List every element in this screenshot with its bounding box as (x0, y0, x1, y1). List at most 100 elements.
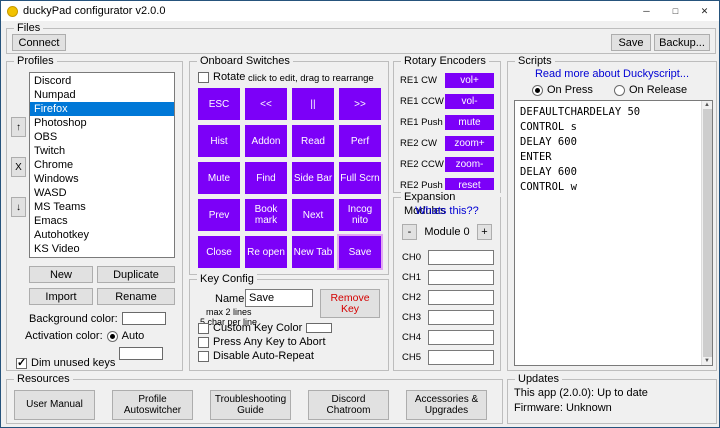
save-button[interactable]: Save (611, 34, 651, 51)
scrollbar-thumb[interactable] (702, 109, 712, 357)
rotary-action-button[interactable]: zoom- (445, 156, 494, 172)
remove-key-button[interactable]: Remove Key (320, 289, 380, 318)
on-release-row: On Release (614, 84, 687, 96)
profile-list-item[interactable]: Emacs (30, 214, 174, 228)
module-plus-button[interactable]: + (477, 223, 492, 240)
custom-key-color-checkbox[interactable] (198, 322, 209, 334)
expansion-modules-group: Expansion Modules Whats this?? - Module … (393, 190, 501, 371)
keypad-key[interactable]: Addon (245, 125, 287, 157)
switches-hint: click to edit, drag to rearrange (248, 73, 374, 84)
script-scrollbar[interactable]: ▲ ▼ (701, 101, 712, 365)
backup-button[interactable]: Backup... (654, 34, 710, 51)
updates-group: Updates This app (2.0.0): Up to date Fir… (507, 372, 717, 424)
background-color-swatch[interactable] (121, 312, 166, 325)
module-minus-button[interactable]: - (402, 223, 417, 240)
profile-rename-button[interactable]: Rename (97, 288, 175, 305)
keypad-key[interactable]: Find (245, 162, 287, 194)
rotary-action-button[interactable]: vol- (445, 93, 494, 109)
keypad-key[interactable]: Perf (339, 125, 381, 157)
profile-duplicate-button[interactable]: Duplicate (97, 266, 175, 283)
profile-list-item-selected[interactable]: Firefox (30, 102, 174, 116)
profile-list-item[interactable]: OBS (30, 130, 174, 144)
rotary-action-button[interactable]: zoom+ (445, 135, 494, 151)
keypad-key[interactable]: >> (339, 88, 381, 120)
profile-list-item[interactable]: Chrome (30, 158, 174, 172)
activation-auto-radio[interactable] (106, 330, 118, 342)
rotary-action-button[interactable]: mute (445, 114, 494, 130)
keypad-key[interactable]: Mute (198, 162, 240, 194)
profile-list-item[interactable]: WASD (30, 186, 174, 200)
channel-input[interactable] (428, 309, 494, 325)
accessories-upgrades-button[interactable]: Accessories & Upgrades (406, 389, 487, 420)
activation-color-swatch[interactable] (119, 347, 163, 360)
keypad-key[interactable]: Re open (245, 236, 287, 268)
profiles-listbox[interactable]: Discord Numpad Firefox Photoshop OBS Twi… (29, 72, 175, 258)
window-controls: ─ □ ✕ (632, 1, 719, 21)
activation-color-row: Activation color: Auto (25, 330, 144, 342)
profile-list-item[interactable]: MS Teams (30, 200, 174, 214)
keypad-key[interactable]: Read (292, 125, 334, 157)
keypad-key[interactable]: Side Bar (292, 162, 334, 194)
keypad-key[interactable]: Incog nito (339, 199, 381, 231)
troubleshooting-guide-button[interactable]: Troubleshooting Guide (210, 389, 291, 420)
keypad-key[interactable]: Book mark (245, 199, 287, 231)
custom-key-color-label: Custom Key Color (213, 322, 303, 334)
channel-input[interactable] (428, 269, 494, 285)
profile-new-button[interactable]: New (29, 266, 93, 283)
duckyscript-docs-link[interactable]: Read more about Duckyscript... (508, 68, 716, 80)
channel-input[interactable] (428, 329, 494, 345)
rotary-label: RE2 Push (400, 179, 443, 191)
files-group-label: Files (14, 21, 44, 35)
channel-input[interactable] (428, 289, 494, 305)
scroll-up-icon[interactable]: ▲ (704, 102, 710, 108)
profile-move-up-button[interactable]: ↑ (11, 117, 26, 137)
user-manual-button[interactable]: User Manual (14, 389, 95, 420)
press-any-key-abort-checkbox[interactable] (198, 336, 209, 348)
key-name-input[interactable] (245, 289, 313, 307)
profile-delete-button[interactable]: X (11, 157, 26, 177)
profile-list-item[interactable]: Photoshop (30, 116, 174, 130)
scroll-down-icon[interactable]: ▼ (704, 358, 710, 364)
profile-autoswitcher-button[interactable]: Profile Autoswitcher (112, 389, 193, 420)
profile-list-item[interactable]: KS Video (30, 242, 174, 256)
profile-list-item[interactable]: Autohotkey (30, 228, 174, 242)
keypad-key[interactable]: ESC (198, 88, 240, 120)
keypad-key[interactable]: New Tab (292, 236, 334, 268)
keypad-key[interactable]: Prev (198, 199, 240, 231)
channel-input[interactable] (428, 349, 494, 365)
files-group: Files Connect Save Backup... (6, 21, 716, 54)
keypad-key[interactable]: Close (198, 236, 240, 268)
channel-label: CH4 (402, 331, 422, 343)
keypad-key[interactable]: || (292, 88, 334, 120)
custom-key-color-swatch[interactable] (306, 323, 333, 333)
profile-list-item[interactable]: Numpad (30, 88, 174, 102)
on-release-radio[interactable] (614, 84, 625, 96)
whats-this-link[interactable]: Whats this?? (394, 205, 500, 217)
profile-list-item[interactable]: Windows (30, 172, 174, 186)
profile-import-button[interactable]: Import (29, 288, 93, 305)
rotary-action-button[interactable]: vol+ (445, 72, 494, 88)
maximize-button[interactable]: □ (661, 1, 690, 21)
profile-list-item[interactable]: Discord (30, 74, 174, 88)
profile-move-down-button[interactable]: ↓ (11, 197, 26, 217)
keypad-key[interactable]: Next (292, 199, 334, 231)
close-button[interactable]: ✕ (690, 1, 719, 21)
on-press-radio[interactable] (532, 84, 543, 96)
channel-row: CH0 (402, 249, 494, 265)
keypad-key[interactable]: Full Scrn (339, 162, 381, 194)
disable-auto-repeat-checkbox[interactable] (198, 350, 209, 362)
dim-unused-checkbox[interactable] (16, 356, 27, 369)
script-code[interactable]: DEFAULTCHARDELAY 50 CONTROL s DELAY 600 … (515, 101, 701, 365)
script-editor[interactable]: DEFAULTCHARDELAY 50 CONTROL s DELAY 600 … (514, 100, 713, 366)
discord-chatroom-button[interactable]: Discord Chatroom (308, 389, 389, 420)
profile-list-item[interactable]: Twitch (30, 144, 174, 158)
keypad-key[interactable]: << (245, 88, 287, 120)
scripts-group: Scripts Read more about Duckyscript... O… (507, 54, 717, 371)
rotate-checkbox[interactable] (198, 71, 209, 83)
minimize-button[interactable]: ─ (632, 1, 661, 21)
channel-input[interactable] (428, 249, 494, 265)
keypad-key[interactable]: Hist (198, 125, 240, 157)
channel-label: CH2 (402, 291, 422, 303)
keypad-key-selected[interactable]: Save (339, 236, 381, 268)
connect-button[interactable]: Connect (12, 34, 66, 51)
